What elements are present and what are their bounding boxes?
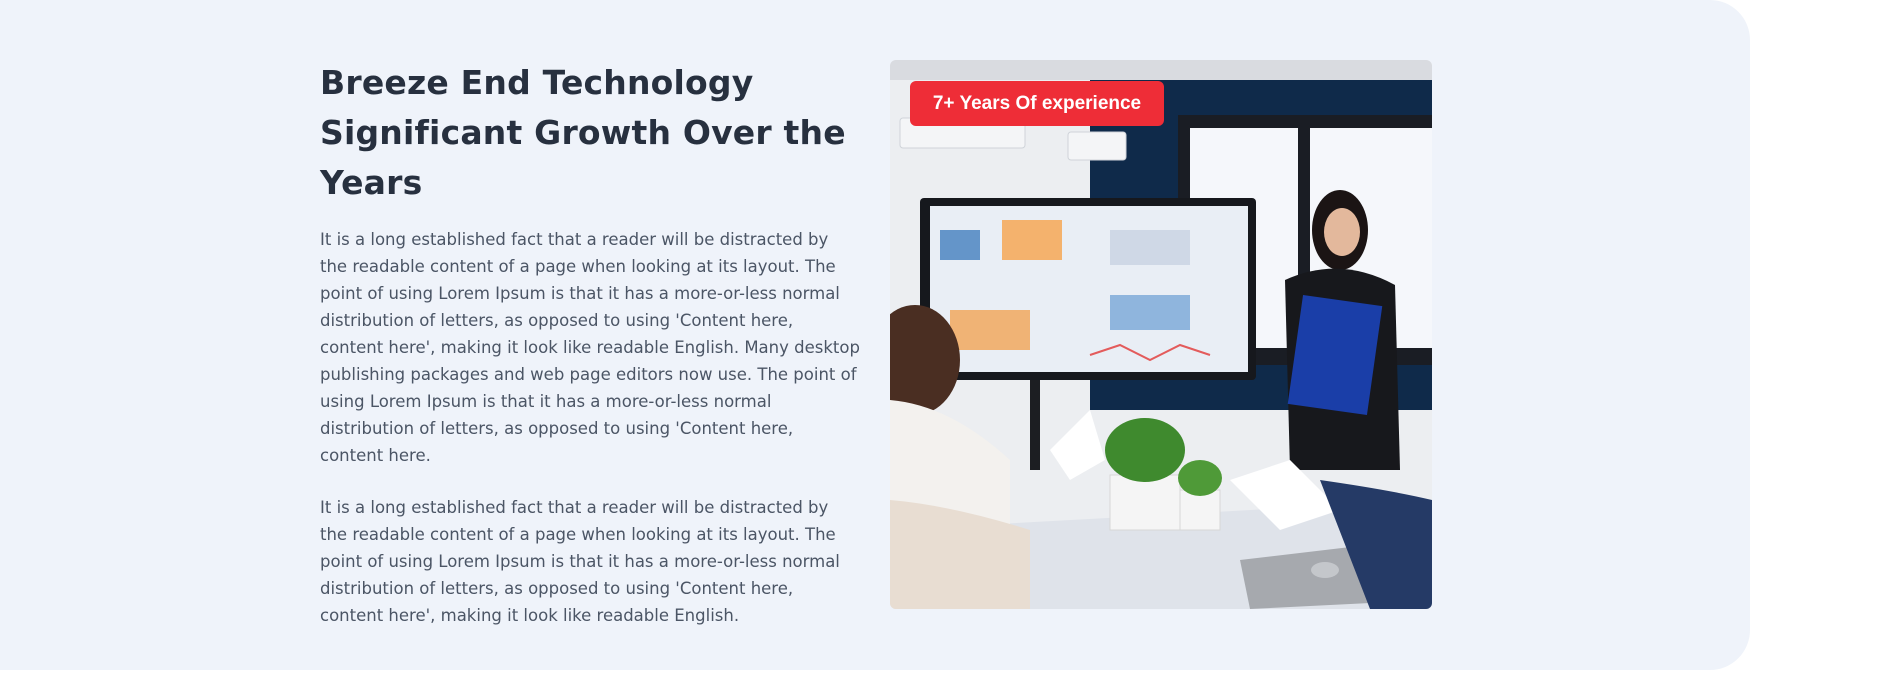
about-section: Breeze End Technology Significant Growth… <box>0 0 1750 670</box>
paragraph-2: It is a long established fact that a rea… <box>320 498 840 625</box>
office-presentation-photo <box>890 60 1432 609</box>
experience-badge: 7+ Years Of experience <box>910 81 1164 126</box>
paragraph-1: It is a long established fact that a rea… <box>320 230 860 465</box>
section-title: Breeze End Technology Significant Growth… <box>320 63 846 202</box>
about-text-column: Breeze End Technology Significant Growth… <box>320 58 860 629</box>
